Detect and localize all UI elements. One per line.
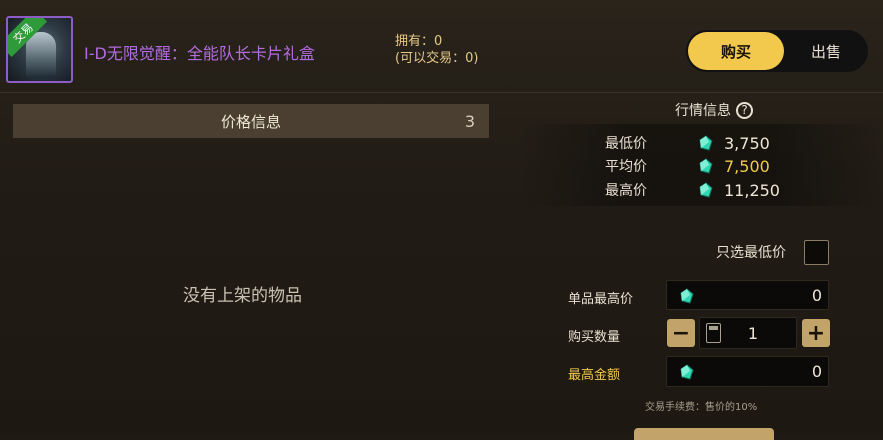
only-lowest-label: 只选最低价 <box>716 245 786 261</box>
market-row-value: 7,500 <box>724 156 770 176</box>
item-figure-icon <box>26 32 56 78</box>
max-total-label: 最高金额 <box>568 368 621 383</box>
item-icon[interactable]: 交易 <box>6 16 73 83</box>
market-row-highest: 最高价 11,250 <box>605 180 780 200</box>
market-row-average: 平均价 7,500 <box>605 156 770 176</box>
owned-count: 拥有：0 <box>395 34 443 49</box>
quantity-label: 购买数量 <box>568 330 621 345</box>
gem-icon <box>698 182 724 198</box>
help-icon[interactable]: ? <box>736 101 753 119</box>
gem-icon <box>698 135 724 151</box>
owned-info: 拥有：0 (可以交易：0) <box>395 33 478 67</box>
market-row-label: 平均价 <box>605 159 647 175</box>
tab-buy[interactable]: 购买 <box>688 32 784 70</box>
buy-sell-toggle: 购买 出售 <box>686 30 868 72</box>
empty-list-message: 没有上架的物品 <box>183 286 302 306</box>
market-row-lowest: 最低价 3,750 <box>605 133 770 153</box>
market-info-title: 行情信息 ? <box>675 100 753 120</box>
market-row-value: 11,250 <box>724 180 780 200</box>
gem-icon <box>679 288 695 304</box>
gem-icon <box>679 364 695 380</box>
calculator-icon[interactable] <box>706 323 721 343</box>
gem-icon <box>698 158 724 174</box>
quantity-minus-button[interactable]: − <box>667 319 695 347</box>
unit-max-price-input[interactable]: 0 <box>666 280 829 310</box>
market-info-label: 行情信息 <box>675 103 731 119</box>
tradable-count: (可以交易：0) <box>395 51 479 66</box>
max-total-value: 0 <box>811 362 822 381</box>
price-info-header: 价格信息 3 <box>13 104 489 138</box>
quantity-value: 1 <box>747 324 758 343</box>
item-name: I-D无限觉醒：全能队长卡片礼盒 <box>84 44 315 63</box>
confirm-button[interactable] <box>634 428 774 440</box>
tab-sell[interactable]: 出售 <box>786 32 866 70</box>
unit-max-price-value: 0 <box>811 286 822 305</box>
unit-max-price-label: 单品最高价 <box>568 292 634 307</box>
market-row-label: 最高价 <box>605 183 647 199</box>
price-info-title: 价格信息 <box>220 112 281 131</box>
market-row-value: 3,750 <box>724 133 770 153</box>
item-header: 交易 I-D无限觉醒：全能队长卡片礼盒 拥有：0 (可以交易：0) 购买 出售 <box>0 0 883 93</box>
only-lowest-checkbox[interactable] <box>804 240 829 265</box>
market-row-label: 最低价 <box>605 136 647 152</box>
max-total-input[interactable]: 0 <box>666 356 829 387</box>
quantity-plus-button[interactable]: + <box>802 319 830 347</box>
trade-fee-note: 交易手续费：售价的10% <box>645 402 758 413</box>
price-info-count: 3 <box>464 111 475 131</box>
